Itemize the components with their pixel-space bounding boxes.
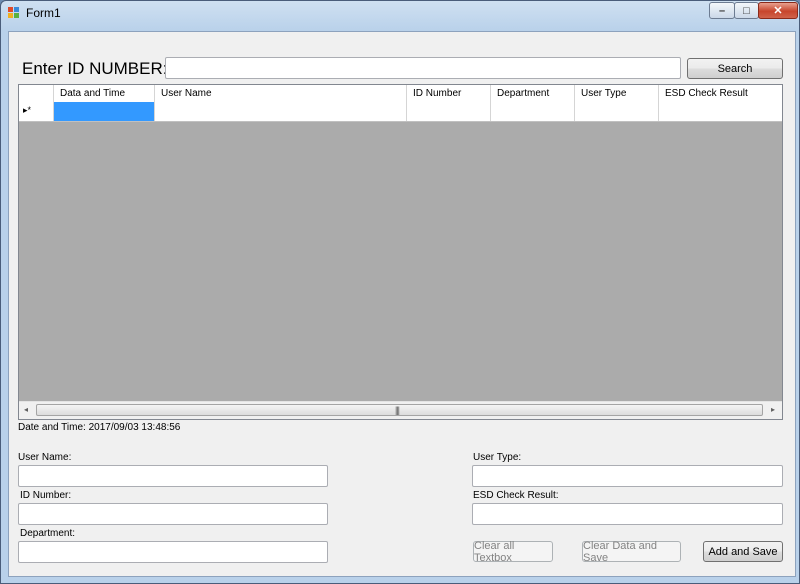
esd-result-field[interactable] <box>472 503 783 525</box>
user-name-field[interactable] <box>18 465 328 487</box>
esd-result-label: ESD Check Result: <box>473 490 559 501</box>
id-number-field[interactable] <box>18 503 328 525</box>
search-input[interactable] <box>165 57 681 79</box>
datetime-status: Date and Time: 2017/09/03 13:48:56 <box>18 422 181 433</box>
cell-department[interactable] <box>491 102 575 121</box>
maximize-button[interactable]: □ <box>734 2 759 19</box>
add-save-button[interactable]: Add and Save <box>703 541 783 562</box>
column-header-user-type[interactable]: User Type <box>575 85 659 102</box>
new-row-marker-icon: ▸* <box>23 105 32 115</box>
row-header[interactable]: ▸* <box>19 102 54 121</box>
row-header-corner <box>19 85 54 102</box>
close-button[interactable]: ✕ <box>758 2 798 19</box>
column-header-datetime[interactable]: Data and Time <box>54 85 155 102</box>
search-label: Enter ID NUMBER: <box>22 59 168 78</box>
department-field[interactable] <box>18 541 328 563</box>
scroll-thumb[interactable]: ||| <box>36 404 763 416</box>
data-grid[interactable]: Data and Time User Name ID Number Depart… <box>18 84 783 420</box>
title-bar[interactable]: Form1 – □ ✕ <box>1 1 799 25</box>
grid-header: Data and Time User Name ID Number Depart… <box>19 85 782 103</box>
minimize-button[interactable]: – <box>709 2 735 19</box>
column-header-department[interactable]: Department <box>491 85 575 102</box>
user-type-label: User Type: <box>473 452 522 463</box>
department-label: Department: <box>20 528 76 539</box>
close-icon: ✕ <box>773 5 783 17</box>
column-header-id-number[interactable]: ID Number <box>407 85 491 102</box>
user-name-label: User Name: <box>18 452 72 463</box>
cell-user-type[interactable] <box>575 102 659 121</box>
clear-textbox-button[interactable]: Clear all Textbox <box>473 540 553 564</box>
horizontal-scrollbar[interactable]: ◂ ||| ▸ <box>19 401 782 419</box>
id-number-label: ID Number: <box>20 490 72 501</box>
cell-user-name[interactable] <box>155 102 407 121</box>
column-header-esd-result[interactable]: ESD Check Result <box>659 85 782 102</box>
grip-icon: ||| <box>395 405 400 415</box>
app-icon <box>8 7 20 19</box>
table-row-new[interactable]: ▸* <box>19 102 782 122</box>
search-button[interactable]: Search <box>687 58 783 79</box>
user-type-field[interactable] <box>472 465 783 487</box>
window-title: Form1 <box>26 6 61 20</box>
scroll-right-icon[interactable]: ▸ <box>771 405 775 414</box>
clear-data-save-button[interactable]: Clear Data and Save <box>582 540 681 564</box>
cell-id-number[interactable] <box>407 102 491 121</box>
main-window: Form1 – □ ✕ Enter ID NUMBER: Search Data… <box>0 0 800 584</box>
cell-esd-result[interactable] <box>659 102 782 121</box>
column-header-user-name[interactable]: User Name <box>155 85 407 102</box>
scroll-left-icon[interactable]: ◂ <box>24 405 28 414</box>
minimize-icon: – <box>718 4 726 17</box>
maximize-icon: □ <box>743 4 750 17</box>
form-client-area: Enter ID NUMBER: Search Data and Time Us… <box>8 31 796 577</box>
cell-datetime[interactable] <box>54 102 155 121</box>
